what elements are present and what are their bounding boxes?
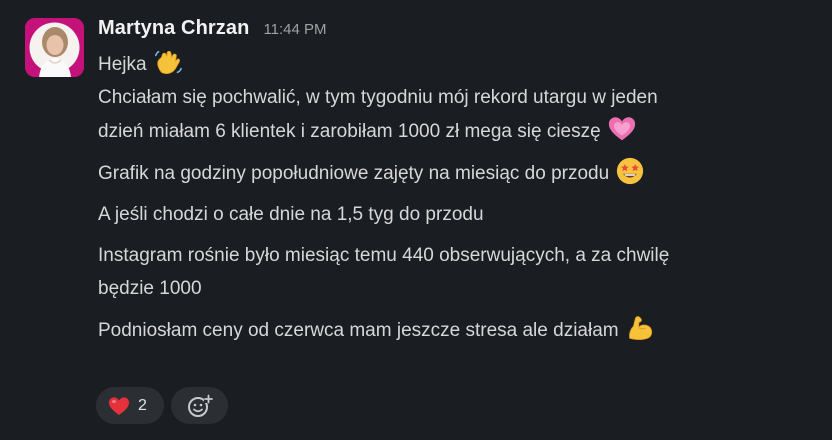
message-line: będzie 1000	[98, 272, 812, 305]
message-line: Grafik na godziny popołudniowe zajęty na…	[98, 156, 812, 190]
message-line: Podniosłam ceny od czerwca mam jeszcze s…	[98, 313, 812, 347]
message-line: dzień miałam 6 klientek i zarobiłam 1000…	[98, 114, 812, 148]
message-text: będzie 1000	[98, 278, 202, 299]
message-line: Instagram rośnie było miesiąc temu 440 o…	[98, 239, 812, 272]
reaction-count: 2	[138, 396, 147, 414]
message-text: dzień miałam 6 klientek i zarobiłam 1000…	[98, 121, 601, 142]
message-text: Instagram rośnie było miesiąc temu 440 o…	[98, 245, 670, 266]
avatar-photo	[25, 18, 84, 77]
flexed-biceps-icon	[628, 316, 652, 340]
message-line-greeting: Hejka	[98, 47, 812, 81]
message-timestamp[interactable]: 11:44 PM	[263, 21, 326, 38]
add-reaction-icon	[187, 394, 213, 417]
message-line: A jeśli chodzi o całe dnie na 1,5 tyg do…	[98, 198, 812, 231]
reactions-bar: 2	[96, 387, 228, 424]
message-text: Grafik na godziny popołudniowe zajęty na…	[98, 163, 610, 184]
add-reaction-button[interactable]	[171, 387, 228, 424]
avatar[interactable]	[25, 18, 84, 77]
waving-hand-icon	[154, 50, 182, 74]
sender-name[interactable]: Martyna Chrzan	[98, 17, 249, 40]
pink-heart-icon	[608, 117, 635, 141]
red-heart-icon	[109, 396, 129, 415]
message-text: Podniosłam ceny od czerwca mam jeszcze s…	[98, 320, 619, 341]
star-struck-face-icon	[617, 157, 644, 185]
message-header: Martyna Chrzan 11:44 PM	[98, 17, 812, 47]
message: Martyna Chrzan 11:44 PM Hejka Chciałam s…	[0, 0, 832, 440]
message-line: Chciałam się pochwalić, w tym tygodniu m…	[98, 81, 812, 114]
message-content: Martyna Chrzan 11:44 PM Hejka Chciałam s…	[98, 17, 812, 347]
message-text: A jeśli chodzi o całe dnie na 1,5 tyg do…	[98, 204, 484, 225]
message-text: Chciałam się pochwalić, w tym tygodniu m…	[98, 87, 658, 108]
message-text: Hejka	[98, 54, 147, 75]
reaction-red-heart[interactable]: 2	[96, 387, 164, 424]
